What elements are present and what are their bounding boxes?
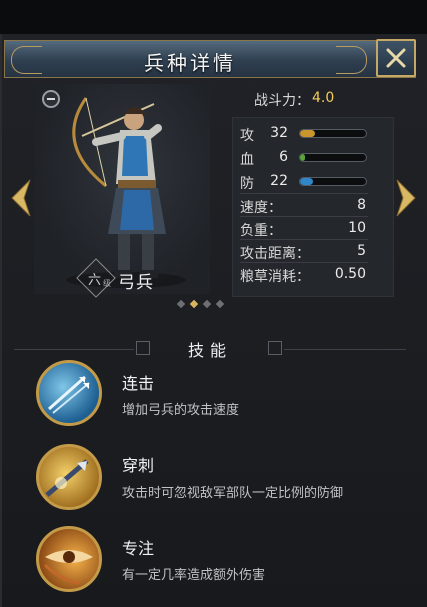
skill-name: 专注 — [122, 539, 155, 558]
stat-attack-value: 32 — [270, 125, 288, 141]
skill-desc: 增加弓兵的攻击速度 — [122, 403, 240, 418]
stat-load-label: 负重： — [240, 223, 282, 239]
stat-range-value: 5 — [357, 243, 366, 259]
stat-food-label: 粮草消耗： — [240, 269, 310, 285]
minus-button[interactable] — [42, 90, 60, 108]
page-indicator — [176, 299, 225, 309]
stats-divider — [240, 262, 368, 263]
skills-title: 技能 — [188, 341, 233, 360]
rank-suffix: 级 — [103, 279, 111, 288]
prev-unit-arrow-icon[interactable] — [8, 178, 34, 218]
stat-attack-label: 攻 — [240, 128, 254, 144]
rank-number: 六 — [88, 273, 102, 288]
close-button[interactable] — [376, 39, 416, 77]
top-bar — [0, 0, 427, 34]
page-dot[interactable] — [202, 299, 212, 309]
skills-header-line — [284, 349, 406, 350]
stat-food-value: 0.50 — [334, 266, 366, 282]
stat-speed-value: 8 — [357, 197, 366, 213]
stat-defense-value: 22 — [270, 173, 288, 189]
power-label: 战斗力： — [254, 93, 310, 109]
page-dot[interactable] — [176, 299, 186, 309]
skill-name: 穿刺 — [122, 456, 155, 475]
skill-desc: 攻击时可忽视敌军部队一定比例的防御 — [122, 486, 344, 501]
skill-desc: 有一定几率造成额外伤害 — [122, 568, 266, 583]
multi-arrow-icon-graphic — [48, 375, 90, 414]
archer-figure-icon — [66, 97, 186, 288]
stat-range-label: 攻击距离： — [240, 246, 310, 262]
close-icon — [386, 48, 406, 68]
stat-load-value: 10 — [348, 220, 366, 236]
unit-name: 弓兵 — [118, 273, 154, 293]
stats-divider — [240, 193, 368, 194]
page-dot[interactable] — [215, 299, 225, 309]
ornament-icon — [136, 341, 150, 355]
skill-name: 连击 — [122, 374, 155, 393]
title-bar: 兵种详情 — [4, 40, 416, 78]
minus-icon — [47, 98, 55, 100]
page-title: 兵种详情 — [144, 51, 236, 75]
power-value: 4.0 — [312, 90, 335, 106]
stat-attack-bar — [299, 129, 367, 138]
stat-speed-label: 速度： — [240, 200, 282, 216]
stat-hp-bar — [299, 153, 367, 162]
stat-hp-value: 6 — [279, 149, 288, 165]
page-dot[interactable] — [189, 299, 199, 309]
focus-eye-icon-graphic — [43, 550, 93, 585]
skills-header-line — [14, 349, 134, 350]
focus-eye-icon[interactable] — [36, 526, 102, 592]
next-unit-arrow-icon[interactable] — [393, 178, 419, 218]
stat-hp-label: 血 — [240, 152, 254, 168]
unit-portrait — [34, 84, 210, 294]
ornament-icon — [268, 341, 282, 355]
stat-defense-label: 防 — [240, 176, 254, 192]
stats-divider — [240, 239, 368, 240]
piercing-arrow-icon[interactable] — [36, 444, 102, 510]
stat-defense-bar — [299, 177, 367, 186]
multi-arrow-icon[interactable] — [36, 360, 102, 426]
stats-divider — [240, 216, 368, 217]
piercing-arrow-icon-graphic — [45, 459, 89, 497]
